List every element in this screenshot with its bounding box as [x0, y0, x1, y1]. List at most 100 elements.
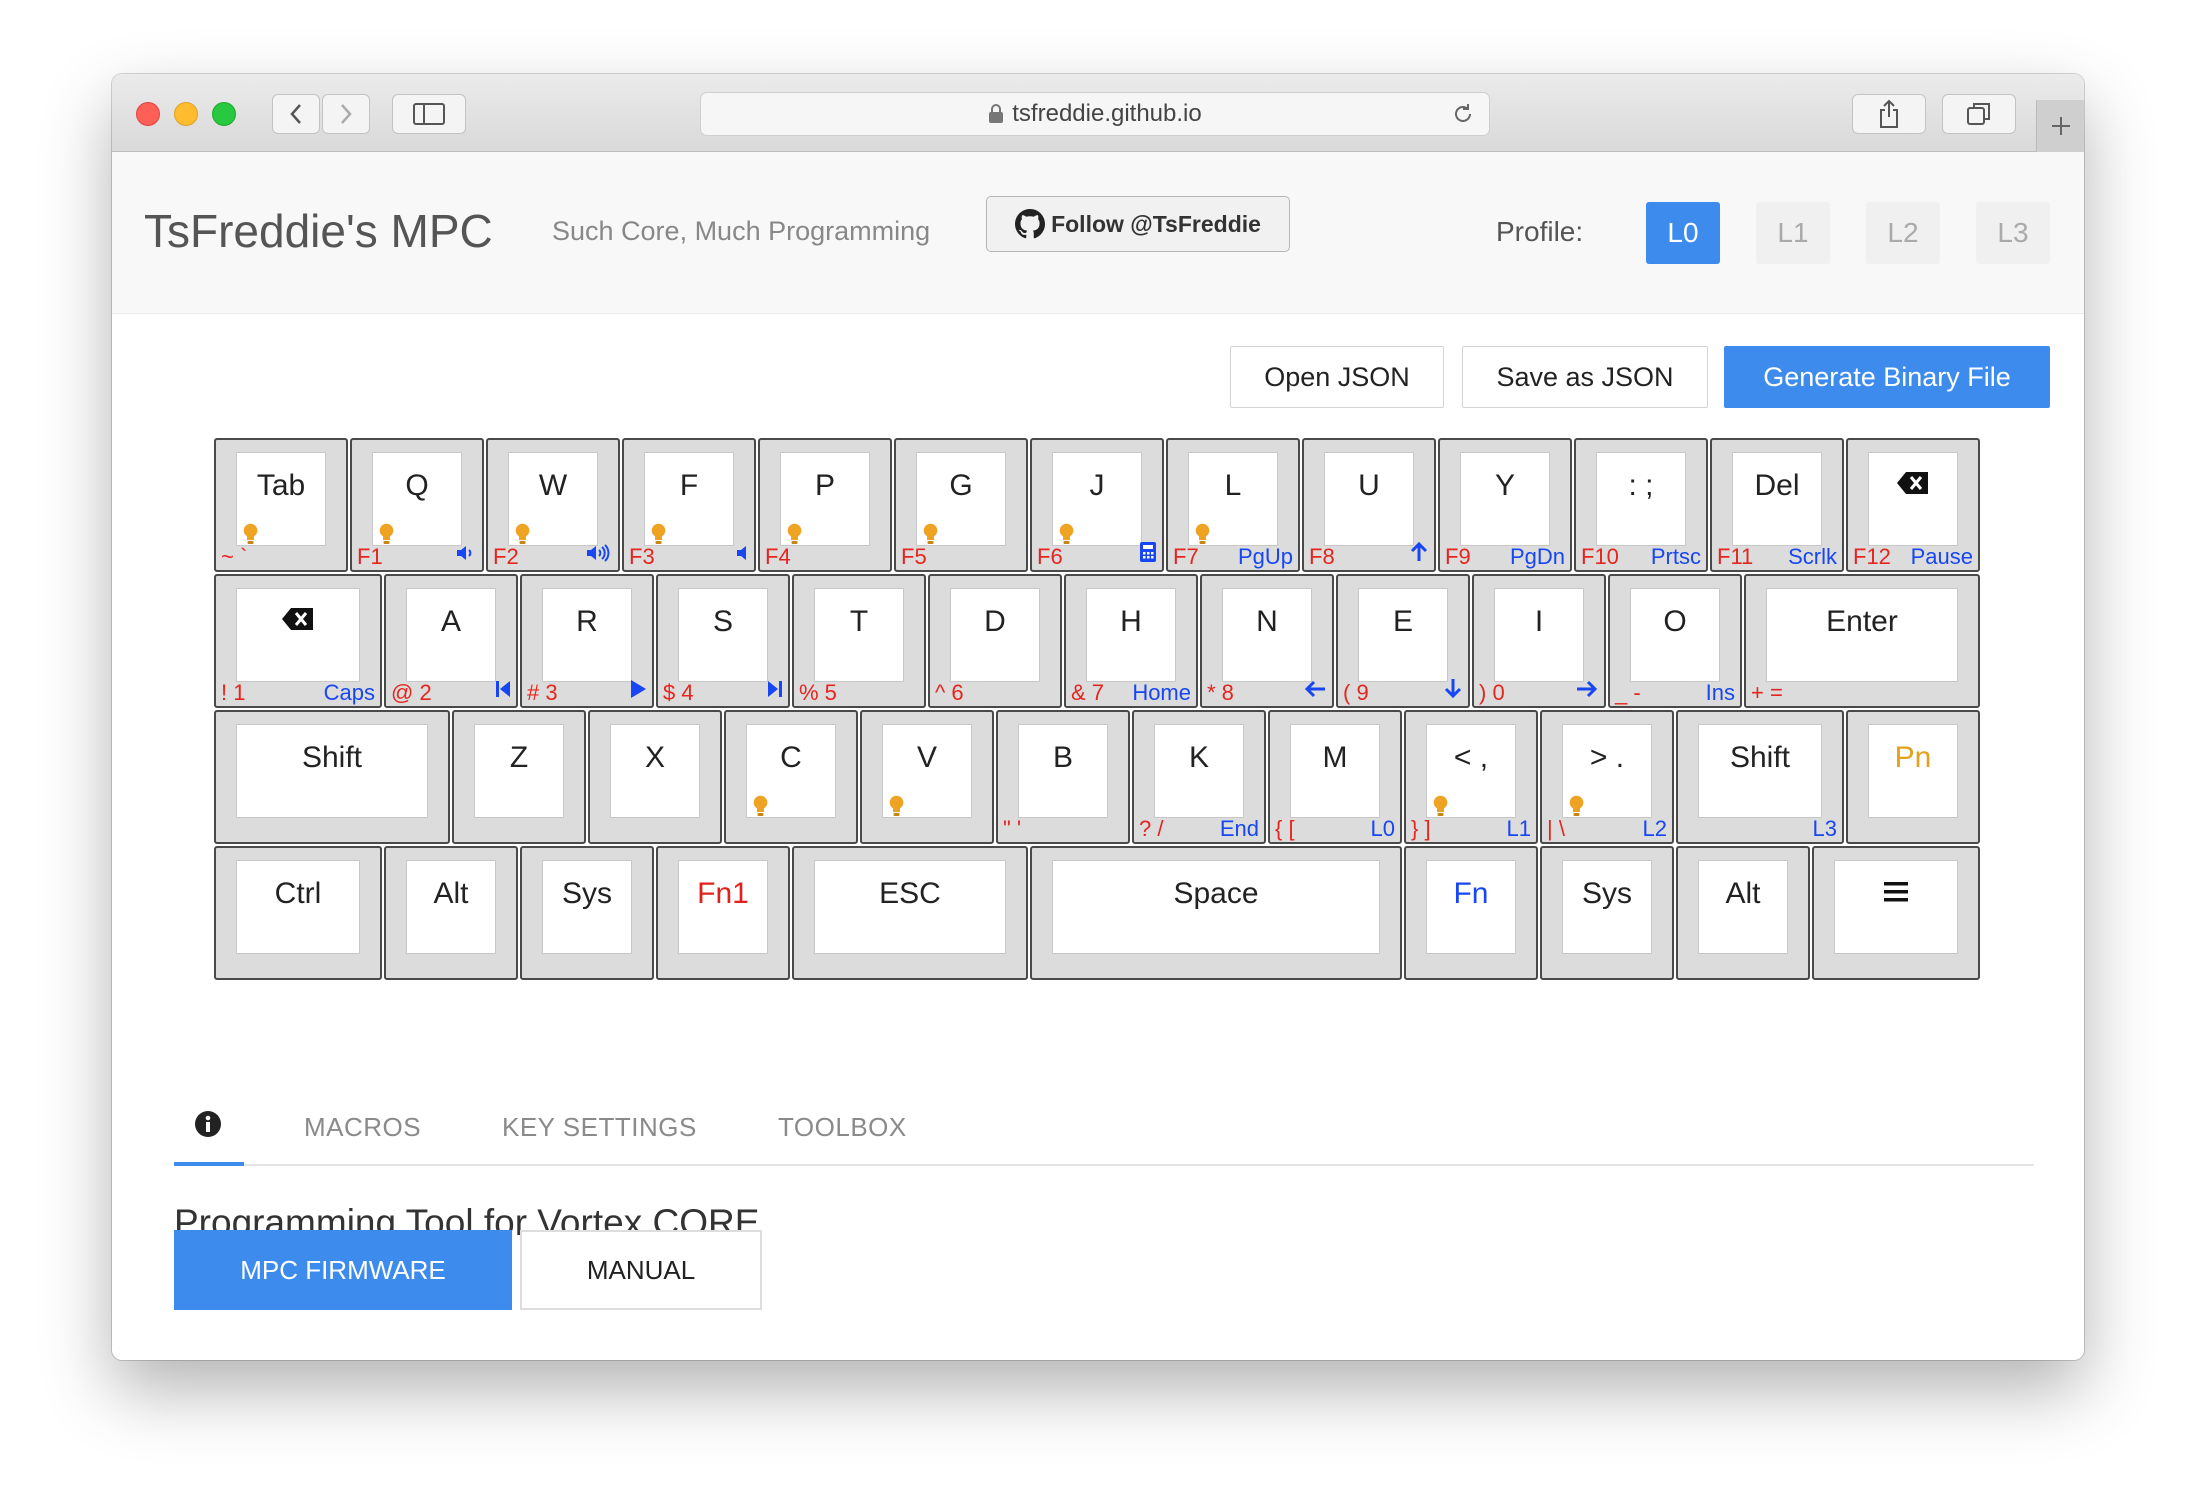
share-button[interactable] [1852, 94, 1926, 134]
tabs-overview-button[interactable] [1942, 94, 2016, 134]
key[interactable]: Fn1 [656, 846, 790, 980]
key[interactable]: X [588, 710, 722, 844]
tab-macros[interactable]: MACROS [304, 1112, 421, 1143]
key[interactable]: P F4 [758, 438, 892, 572]
key[interactable]: F F3 [622, 438, 756, 572]
generate-binary-button[interactable]: Generate Binary File [1724, 346, 2050, 408]
reload-icon[interactable] [1451, 102, 1475, 126]
key[interactable]: < ,} ] L1 [1404, 710, 1538, 844]
keycap: T [814, 588, 904, 682]
key[interactable]: V [860, 710, 994, 844]
forward-button[interactable] [322, 94, 370, 134]
key[interactable]: J F6 [1030, 438, 1164, 572]
backspace-icon [1896, 469, 1930, 503]
key[interactable]: Alt [1676, 846, 1810, 980]
key[interactable]: Z [452, 710, 586, 844]
key-legend-right: Ins [1705, 680, 1735, 705]
save-json-button[interactable]: Save as JSON [1462, 346, 1708, 408]
key[interactable]: T % 5 [792, 574, 926, 708]
key-legend-left: _ - [1615, 680, 1641, 705]
key[interactable]: O _ - Ins [1608, 574, 1742, 708]
profile-l2-button[interactable]: L2 [1866, 202, 1940, 264]
key-legend-left: ? / [1139, 816, 1164, 841]
key[interactable]: S $ 4 [656, 574, 790, 708]
back-button[interactable] [272, 94, 320, 134]
key[interactable]: L F7 PgUp [1166, 438, 1300, 572]
key-label: Tab [256, 469, 306, 502]
key-legend-right: L1 [1506, 816, 1531, 841]
new-tab-button[interactable] [2036, 100, 2084, 152]
key-legend-left: F6 [1037, 544, 1063, 569]
key[interactable]: R # 3 [520, 574, 654, 708]
key[interactable]: Space [1030, 846, 1402, 980]
key[interactable]: Tab ~ ` [214, 438, 348, 572]
profile-l3-button[interactable]: L3 [1976, 202, 2050, 264]
keycap: Shift [236, 724, 428, 818]
tab-info[interactable] [174, 1084, 244, 1166]
keycap: : ; [1596, 452, 1686, 546]
key[interactable]: Sys [520, 846, 654, 980]
key-label: P [814, 469, 835, 502]
tab-key-settings[interactable]: KEY SETTINGS [502, 1112, 697, 1143]
key-label: X [644, 741, 665, 774]
key[interactable]: ESC [792, 846, 1028, 980]
key-label: ESC [879, 877, 941, 910]
key[interactable]: Shift L3 [1676, 710, 1844, 844]
key[interactable]: Del F11 Scrlk [1710, 438, 1844, 572]
keycap: Sys [1562, 860, 1652, 954]
key[interactable] [1812, 846, 1980, 980]
keycap: N [1222, 588, 1312, 682]
key-label: L [1224, 469, 1242, 502]
key[interactable]: W F2 [486, 438, 620, 572]
manual-button[interactable]: MANUAL [520, 1230, 762, 1310]
key[interactable]: A @ 2 [384, 574, 518, 708]
key[interactable]: Y F9 PgDn [1438, 438, 1572, 572]
key[interactable]: F12 Pause [1846, 438, 1980, 572]
key[interactable]: E ( 9 [1336, 574, 1470, 708]
github-follow-button[interactable]: Follow @TsFreddie [986, 196, 1290, 252]
profile-l1-button[interactable]: L1 [1756, 202, 1830, 264]
open-json-button[interactable]: Open JSON [1230, 346, 1444, 408]
key-legend-left: $ 4 [663, 680, 694, 705]
key[interactable]: ! 1 Caps [214, 574, 382, 708]
key[interactable]: Enter + = [1744, 574, 1980, 708]
keycap: Ctrl [236, 860, 360, 954]
backspace-icon [281, 605, 315, 639]
key[interactable]: Sys [1540, 846, 1674, 980]
key[interactable]: U F8 [1302, 438, 1436, 572]
key[interactable]: Ctrl [214, 846, 382, 980]
key[interactable]: Shift [214, 710, 450, 844]
key[interactable]: G F5 [894, 438, 1028, 572]
tab-toolbox[interactable]: TOOLBOX [778, 1112, 907, 1143]
profile-l0-button[interactable]: L0 [1646, 202, 1720, 264]
key[interactable]: Q F1 [350, 438, 484, 572]
key[interactable]: B " ' [996, 710, 1130, 844]
zoom-window-button[interactable] [212, 102, 236, 126]
key[interactable]: I) 0 [1472, 574, 1606, 708]
key[interactable]: C [724, 710, 858, 844]
key[interactable]: : ; F10 Prtsc [1574, 438, 1708, 572]
mpc-firmware-button[interactable]: MPC FIRMWARE [174, 1230, 512, 1310]
key[interactable]: D ^ 6 [928, 574, 1062, 708]
key[interactable]: H & 7 Home [1064, 574, 1198, 708]
sidebar-toggle-button[interactable] [392, 94, 466, 134]
close-window-button[interactable] [136, 102, 160, 126]
key-label: B [1052, 741, 1073, 774]
key[interactable]: N * 8 [1200, 574, 1334, 708]
keycap: Alt [1698, 860, 1788, 954]
key[interactable]: Alt [384, 846, 518, 980]
address-bar[interactable]: tsfreddie.github.io [700, 92, 1490, 136]
key-label: E [1392, 605, 1413, 638]
browser-window: tsfreddie.github.io TsFreddie's MPC Such… [112, 74, 2084, 1360]
keycap: D [950, 588, 1040, 682]
key[interactable]: Pn [1846, 710, 1980, 844]
plus-icon [2051, 117, 2070, 135]
keycap: L [1188, 452, 1278, 546]
key[interactable]: K ? / End [1132, 710, 1266, 844]
brand-title[interactable]: TsFreddie's MPC [144, 204, 493, 258]
key[interactable]: > . | \ L2 [1540, 710, 1674, 844]
key[interactable]: M { [L0 [1268, 710, 1402, 844]
key-legend-left: % 5 [799, 680, 837, 705]
minimize-window-button[interactable] [174, 102, 198, 126]
key[interactable]: Fn [1404, 846, 1538, 980]
